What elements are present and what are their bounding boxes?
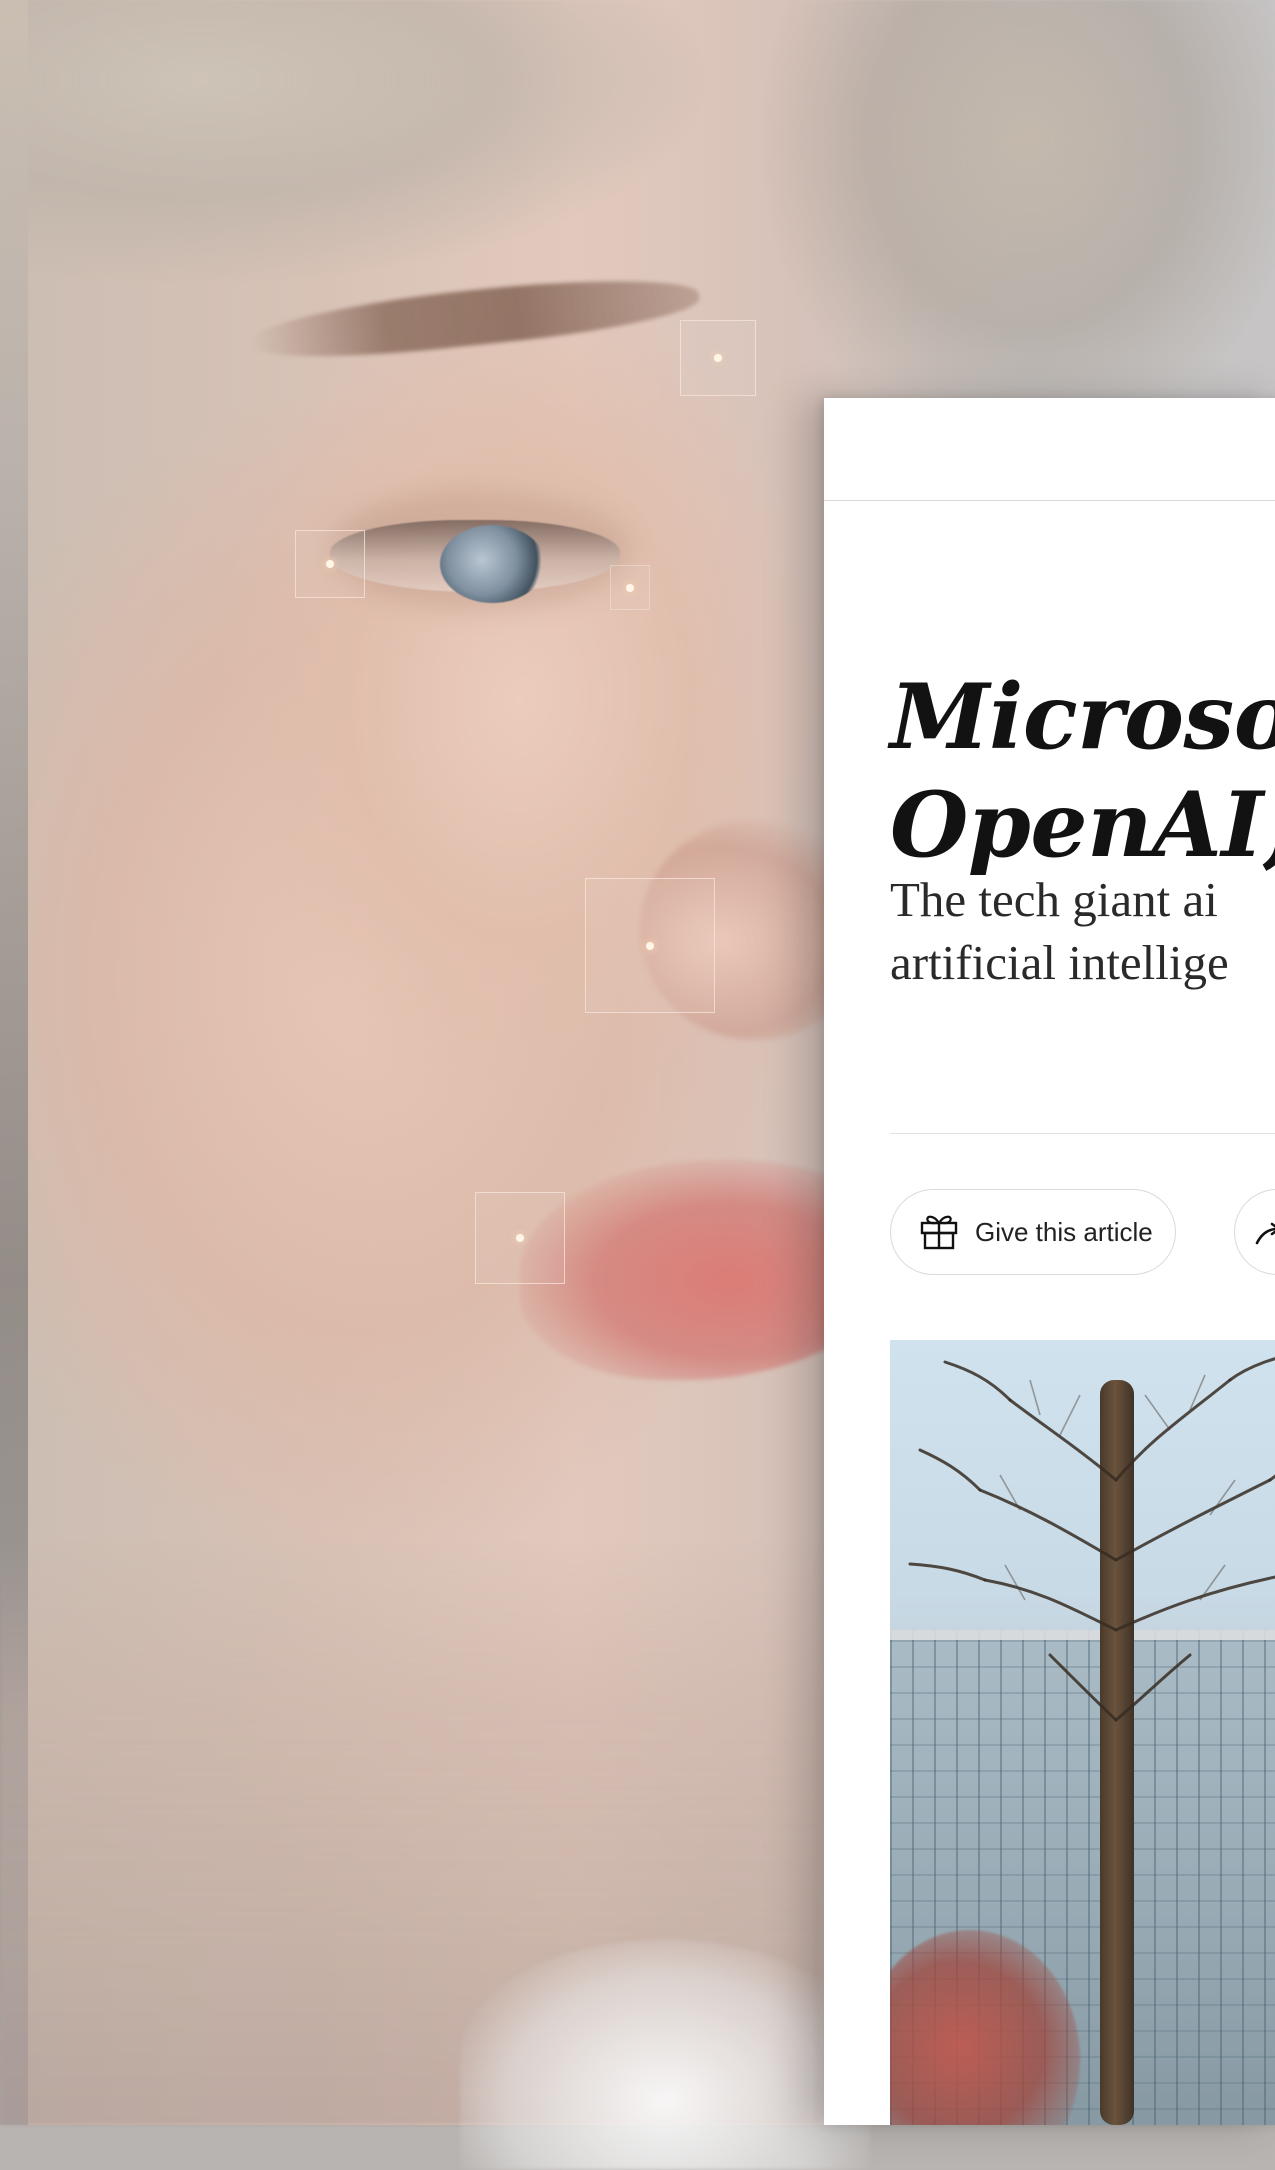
article-headline: Microsoft OpenAI, t [890,664,1275,878]
panel-top-divider [824,500,1275,501]
face-marker-eye-corner [610,565,650,610]
give-article-button[interactable]: Give this article [890,1189,1176,1275]
actions-divider [890,1133,1275,1134]
collar [460,1940,870,2170]
iris [440,525,545,603]
photo-branches [908,1357,1275,1722]
hair-area [0,0,1275,420]
face-marker-eye [295,530,365,598]
face-marker-nose [585,878,715,1013]
gift-icon [917,1208,961,1257]
face-marker-brow [680,320,756,396]
share-button[interactable] [1234,1189,1275,1275]
face-marker-mouth [475,1192,565,1284]
give-article-label: Give this article [975,1216,1153,1247]
article-panel: Microsoft OpenAI, t The tech giant ai ar… [824,398,1275,2125]
share-icon [1251,1217,1275,1256]
article-dek: The tech giant ai artificial intellige [890,872,1229,990]
article-photo [890,1340,1275,2125]
